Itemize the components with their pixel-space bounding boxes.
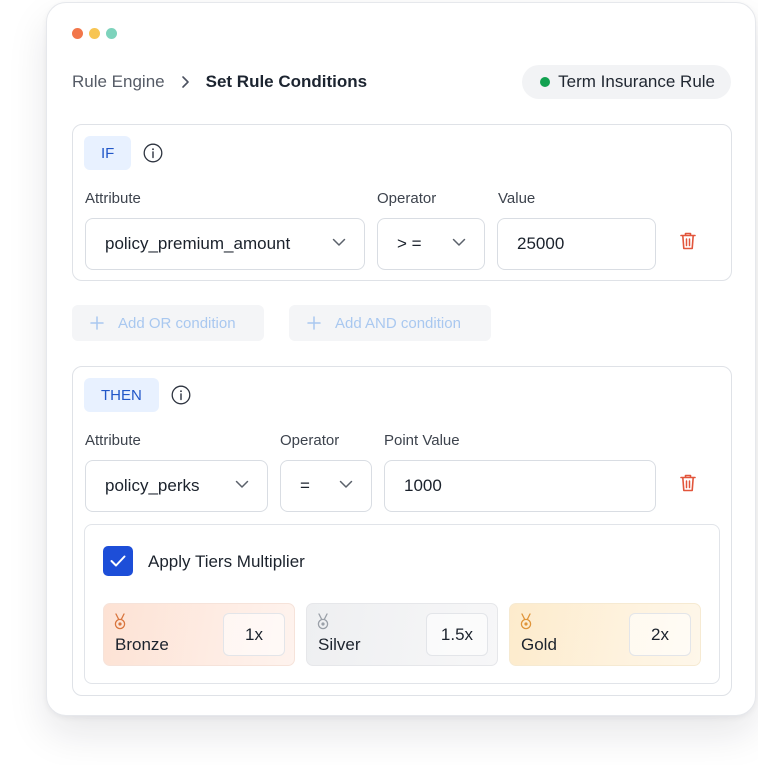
tier-multiplier-panel: Apply Tiers Multiplier Bronze 1x Silver … (84, 524, 720, 684)
add-and-condition-button[interactable]: Add AND condition (289, 305, 491, 341)
chevron-down-icon (339, 480, 353, 488)
minimize-window-button[interactable] (89, 28, 100, 39)
window-controls (72, 28, 117, 39)
tier-multiplier-input[interactable]: 1.5x (426, 613, 488, 656)
medal-icon (114, 613, 126, 630)
chevron-right-icon (181, 75, 190, 89)
close-window-button[interactable] (72, 28, 83, 39)
then-operator-select[interactable]: = (280, 460, 372, 512)
checkmark-icon (110, 555, 126, 567)
operator-label: Operator (280, 432, 340, 449)
attribute-select-value: policy_premium_amount (105, 234, 291, 253)
delete-action-icon[interactable] (679, 473, 697, 493)
rule-name: Term Insurance Rule (558, 72, 715, 91)
attribute-label: Attribute (85, 432, 141, 449)
add-or-condition-button[interactable]: Add OR condition (72, 305, 264, 341)
then-tag: THEN (84, 378, 159, 412)
tier-card-gold: Gold 2x (509, 603, 701, 666)
point-value-input-text: 1000 (404, 476, 442, 495)
then-attribute-select-value: policy_perks (105, 476, 200, 495)
apply-tiers-label: Apply Tiers Multiplier (148, 552, 305, 571)
chevron-down-icon (235, 480, 249, 488)
operator-label: Operator (377, 190, 437, 207)
tier-name: Gold (521, 635, 557, 654)
value-input[interactable]: 25000 (497, 218, 656, 270)
then-attribute-select[interactable]: policy_perks (85, 460, 268, 512)
value-label: Value (498, 190, 536, 207)
plus-icon (307, 316, 321, 330)
page-header: Rule Engine Set Rule Conditions Term Ins… (72, 65, 731, 101)
tier-multiplier-input[interactable]: 2x (629, 613, 691, 656)
tier-multiplier-input[interactable]: 1x (223, 613, 285, 656)
maximize-window-button[interactable] (106, 28, 117, 39)
operator-select-value: > = (397, 234, 422, 253)
tier-card-bronze: Bronze 1x (103, 603, 295, 666)
info-icon[interactable] (171, 385, 191, 405)
point-value-label: Point Value (384, 432, 460, 449)
value-input-text: 25000 (517, 234, 565, 253)
rule-name-badge: Term Insurance Rule (522, 65, 731, 99)
add-and-condition-label: Add AND condition (335, 314, 461, 332)
attribute-label: Attribute (85, 190, 141, 207)
then-action-card: THEN Attribute Operator Point Value poli… (72, 366, 732, 696)
chevron-down-icon (332, 238, 346, 246)
medal-icon (317, 613, 329, 630)
app-window: Rule Engine Set Rule Conditions Term Ins… (46, 2, 756, 716)
operator-select[interactable]: > = (377, 218, 485, 270)
tier-name: Silver (318, 635, 361, 654)
page-title: Set Rule Conditions (205, 72, 368, 91)
add-or-condition-label: Add OR condition (118, 314, 236, 332)
attribute-select[interactable]: policy_premium_amount (85, 218, 365, 270)
if-condition-card: IF Attribute Operator Value policy_premi… (72, 124, 732, 281)
status-dot-icon (540, 77, 551, 87)
then-operator-select-value: = (300, 476, 310, 495)
apply-tiers-checkbox[interactable] (103, 546, 133, 576)
info-icon[interactable] (143, 143, 163, 163)
point-value-input[interactable]: 1000 (384, 460, 656, 512)
tier-name: Bronze (115, 635, 169, 654)
plus-icon (90, 316, 104, 330)
chevron-down-icon (452, 238, 466, 246)
breadcrumb: Rule Engine Set Rule Conditions (72, 72, 367, 92)
medal-icon (520, 613, 532, 630)
tier-card-silver: Silver 1.5x (306, 603, 498, 666)
breadcrumb-rule-engine[interactable]: Rule Engine (72, 72, 165, 92)
if-tag: IF (84, 136, 132, 170)
delete-condition-icon[interactable] (679, 231, 697, 251)
